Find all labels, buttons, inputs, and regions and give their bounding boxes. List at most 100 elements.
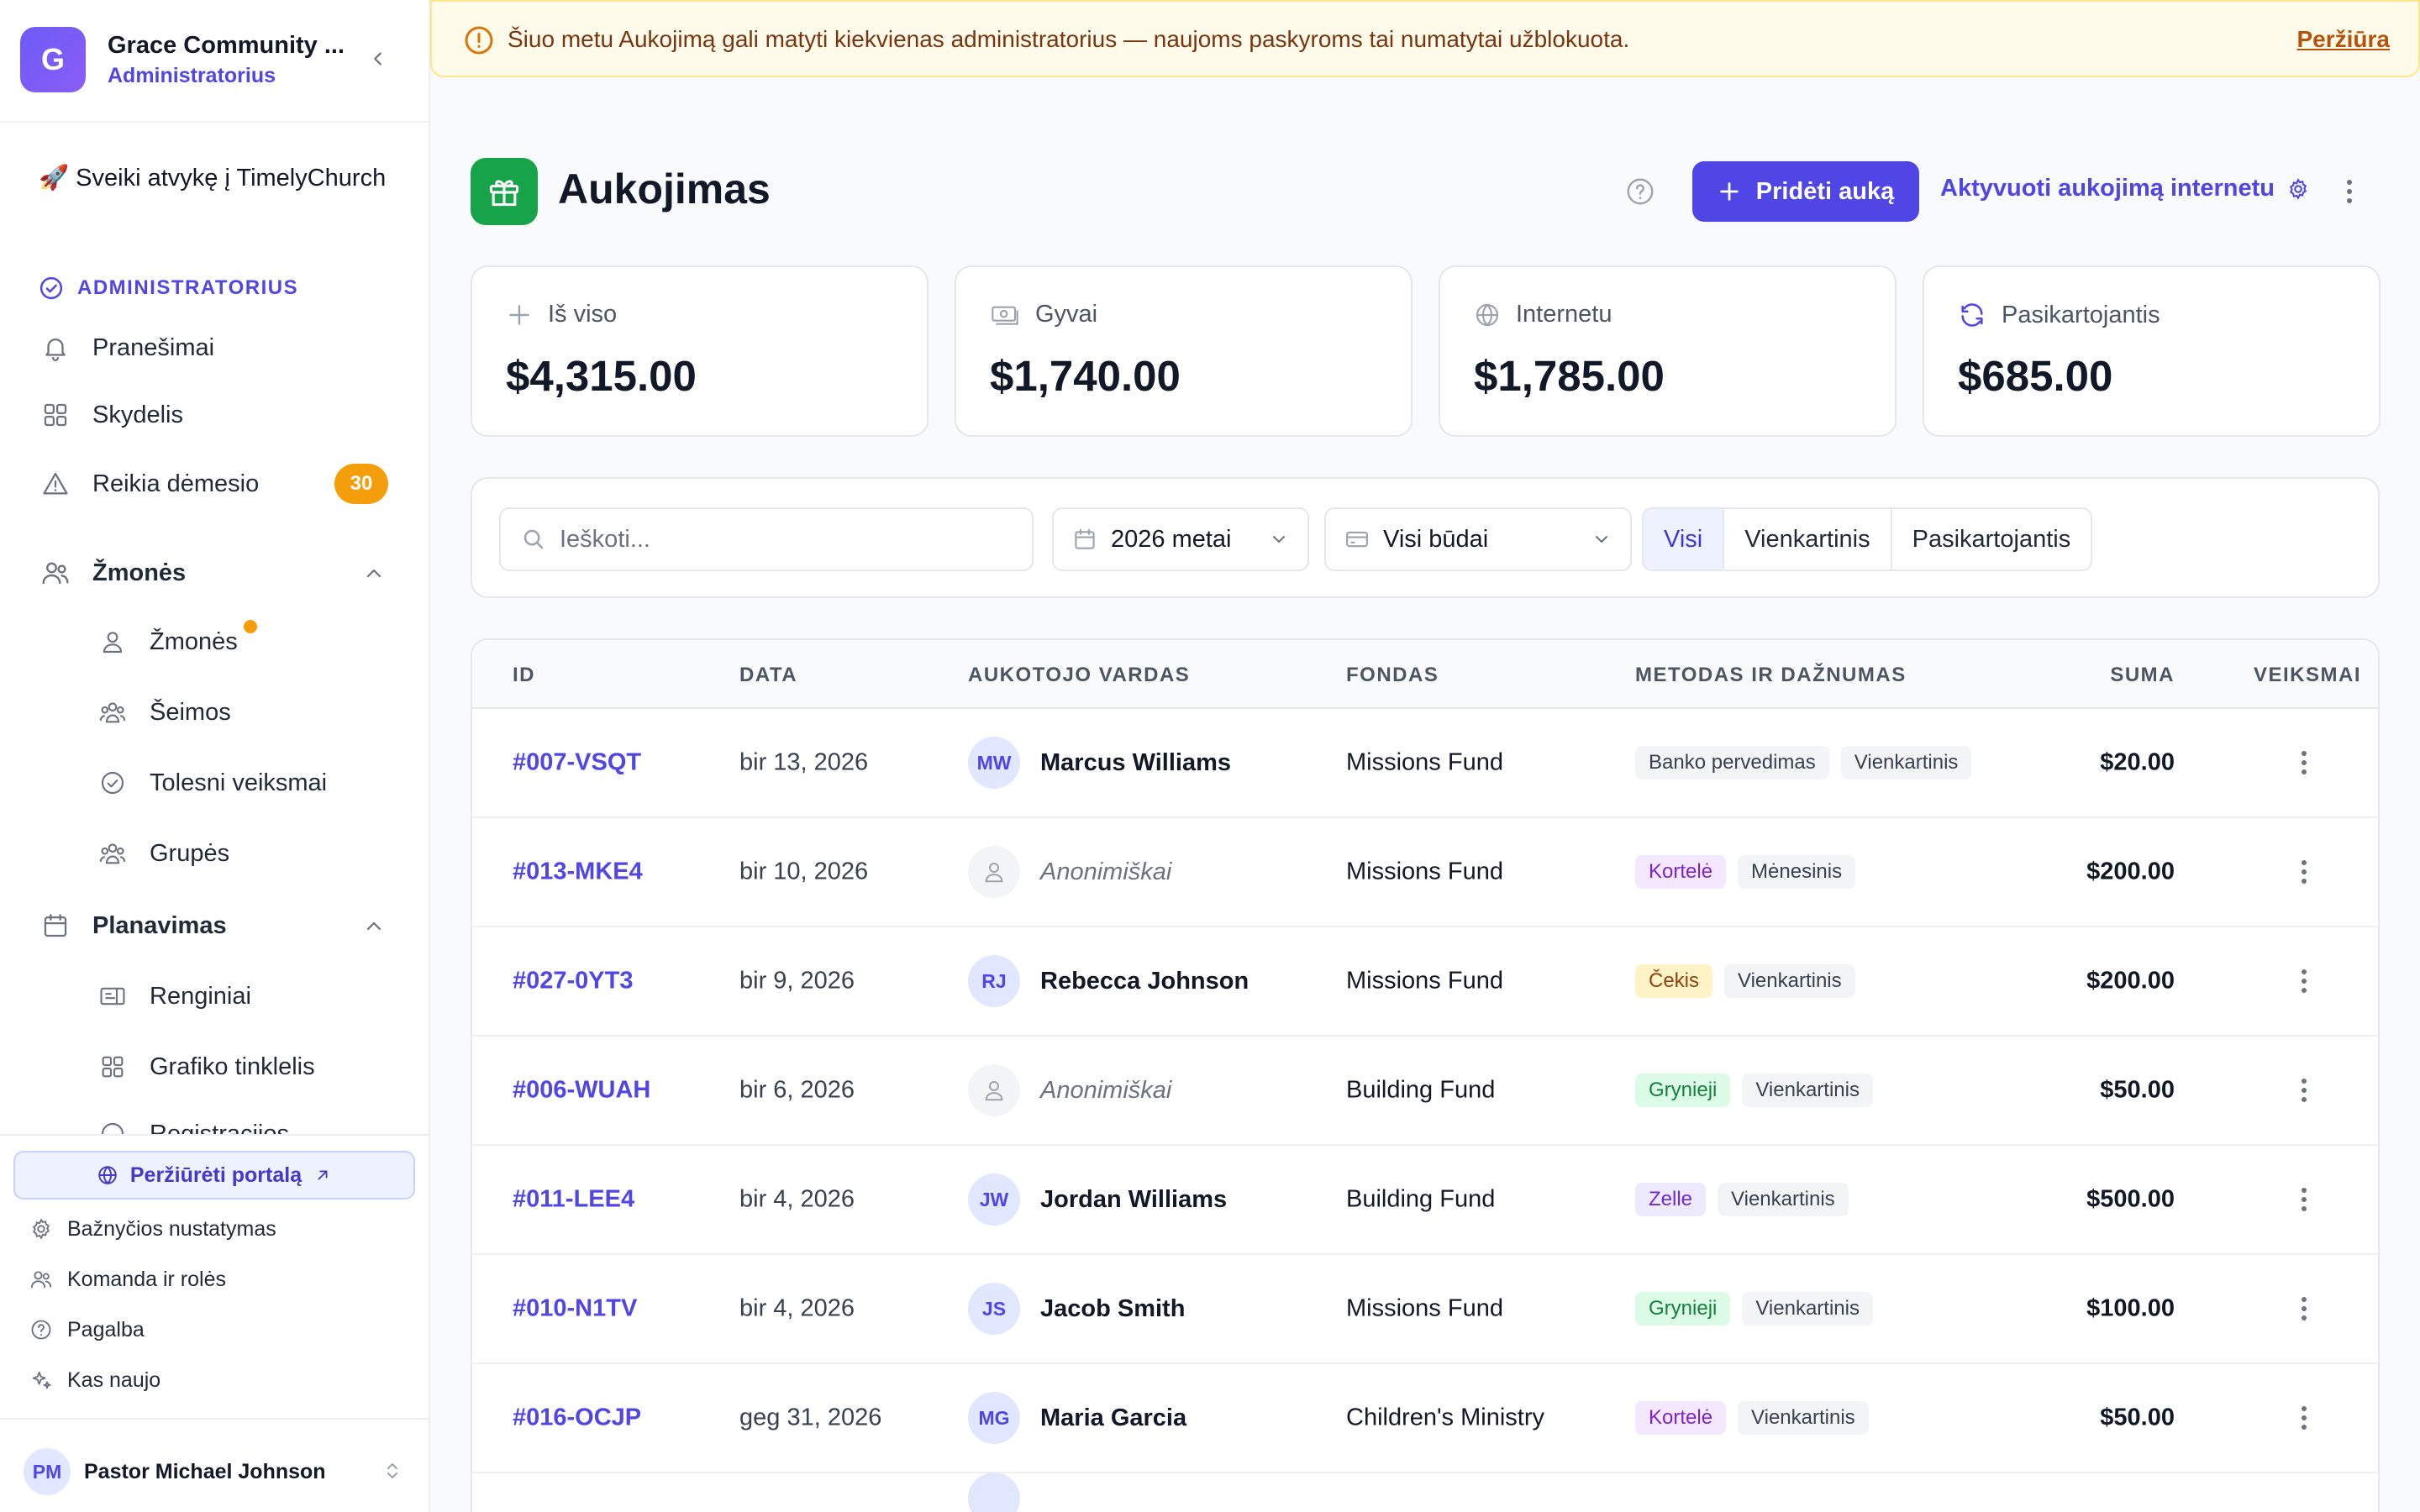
donor-name: Anonimiškai bbox=[1040, 1076, 1172, 1104]
sidebar-item-notifications[interactable]: Pranešimai bbox=[39, 329, 214, 366]
alert-review-link[interactable]: Peržiūra bbox=[2297, 26, 2391, 53]
user-menu-toggle[interactable] bbox=[380, 1457, 405, 1485]
donation-id-link[interactable]: #011-LEE4 bbox=[513, 1186, 634, 1214]
sidebar-footer: Peržiūrėti portalą Bažnyčios nustatymas … bbox=[0, 1134, 429, 1512]
frequency-badge: Vienkartinis bbox=[1742, 1292, 1873, 1326]
method-cell: Kortelė Mėnesinis bbox=[1635, 855, 1856, 889]
column-header-donor[interactable]: AUKOTOJO VARDAS bbox=[968, 664, 1190, 687]
sidebar-item-schedule[interactable]: Grafiko tinklelis bbox=[96, 1048, 315, 1085]
sidebar-group-people[interactable]: Žmonės bbox=[39, 554, 186, 591]
frequency-segmented-control: Visi Vienkartinis Pasikartojantis bbox=[1642, 507, 2093, 571]
donation-id-link[interactable]: #010-N1TV bbox=[513, 1295, 637, 1323]
column-header-method[interactable]: METODAS IR DAŽNUMAS bbox=[1635, 664, 1907, 687]
column-header-amount[interactable]: SUMA bbox=[2110, 664, 2175, 687]
donation-date: bir 10, 2026 bbox=[739, 858, 869, 885]
ticket-icon bbox=[100, 987, 125, 1005]
method-badge: Kortelė bbox=[1635, 855, 1727, 889]
donation-id-link[interactable]: #027-0YT3 bbox=[513, 968, 634, 995]
collapse-sidebar-button[interactable] bbox=[363, 44, 393, 74]
table-row[interactable] bbox=[472, 1473, 2378, 1512]
sidebar-group-planning[interactable]: Planavimas bbox=[39, 907, 227, 944]
row-actions-button[interactable] bbox=[2287, 744, 2321, 781]
people-collapse-toggle[interactable] bbox=[360, 559, 388, 588]
segment-all[interactable]: Visi bbox=[1644, 509, 1725, 570]
welcome-text[interactable]: 🚀 Sveiki atvykę į TimelyChurch bbox=[39, 161, 392, 195]
stat-value: $4,315.00 bbox=[506, 352, 697, 400]
table-row[interactable]: #007-VSQT bir 13, 2026 MW Marcus William… bbox=[472, 709, 2378, 818]
more-vertical-icon bbox=[2302, 969, 2307, 993]
donation-id-link[interactable]: #016-OCJP bbox=[513, 1404, 641, 1432]
check-badge-icon bbox=[101, 771, 124, 795]
method-cell: Zelle Vienkartinis bbox=[1635, 1183, 1849, 1216]
whats-new-link[interactable]: Kas naujo bbox=[29, 1368, 160, 1393]
donation-id-link[interactable]: #007-VSQT bbox=[513, 749, 641, 777]
user-name: Pastor Michael Johnson bbox=[84, 1460, 326, 1483]
donor-cell: JS Jacob Smith bbox=[968, 1283, 1185, 1335]
section-admin-label: ADMINISTRATORIUS bbox=[77, 276, 299, 299]
table-row[interactable]: #016-OCJP geg 31, 2026 MG Maria Garcia C… bbox=[472, 1364, 2378, 1473]
plus-icon bbox=[1720, 182, 1739, 201]
sidebar-item-people[interactable]: Žmonės bbox=[96, 623, 238, 660]
table-row[interactable]: #013-MKE4 bir 10, 2026 Anonimiškai Missi… bbox=[472, 818, 2378, 927]
search-field[interactable] bbox=[499, 507, 1034, 571]
church-settings-link[interactable]: Bažnyčios nustatymas bbox=[29, 1216, 276, 1242]
chevron-down-icon bbox=[1273, 536, 1285, 543]
segment-recurring[interactable]: Pasikartojantis bbox=[1892, 509, 2091, 570]
row-actions-button[interactable] bbox=[2287, 853, 2321, 890]
column-header-fund[interactable]: FONDAS bbox=[1346, 664, 1439, 687]
help-circle-icon bbox=[31, 1320, 51, 1340]
sidebar-item-dashboard[interactable]: Skydelis bbox=[39, 396, 183, 433]
table-row[interactable]: #006-WUAH bir 6, 2026 Anonimiškai Buildi… bbox=[472, 1037, 2378, 1146]
column-header-date[interactable]: DATA bbox=[739, 664, 797, 687]
search-input[interactable] bbox=[560, 525, 1030, 554]
method-cell: Grynieji Vienkartinis bbox=[1635, 1292, 1873, 1326]
column-header-id[interactable]: ID bbox=[513, 664, 535, 687]
planning-collapse-toggle[interactable] bbox=[360, 912, 388, 941]
help-button[interactable] bbox=[1623, 175, 1657, 208]
add-donation-button[interactable]: Pridėti auką bbox=[1692, 161, 1919, 222]
stat-card-total: Iš viso $4,315.00 bbox=[471, 265, 929, 437]
sidebar-item-attention[interactable]: Reikia dėmesio bbox=[39, 465, 259, 502]
frequency-badge: Vienkartinis bbox=[1724, 964, 1855, 998]
search-icon bbox=[523, 529, 544, 549]
row-actions-button[interactable] bbox=[2287, 1072, 2321, 1109]
row-actions-button[interactable] bbox=[2287, 1181, 2321, 1218]
frequency-badge: Vienkartinis bbox=[1738, 1401, 1869, 1435]
activate-online-giving-link[interactable]: Aktyvuoti aukojimą internetu bbox=[1940, 175, 2310, 202]
donation-id-link[interactable]: #006-WUAH bbox=[513, 1077, 650, 1105]
donor-name: Anonimiškai bbox=[1040, 858, 1172, 885]
more-vertical-icon bbox=[2302, 1079, 2307, 1102]
org-header[interactable]: G Grace Community ... Administratorius bbox=[0, 0, 429, 123]
sidebar-item-followups[interactable]: Tolesni veiksmai bbox=[96, 764, 327, 801]
team-roles-link[interactable]: Komanda ir rolės bbox=[29, 1267, 226, 1292]
table-row[interactable]: #027-0YT3 bir 9, 2026 RJ Rebecca Johnson… bbox=[472, 927, 2378, 1037]
more-options-button[interactable] bbox=[2331, 173, 2368, 210]
stat-label: Gyvai bbox=[990, 301, 1097, 328]
view-portal-label: Peržiūrėti portalą bbox=[129, 1163, 302, 1187]
sidebar-item-groups[interactable]: Grupės bbox=[96, 835, 229, 872]
avatar: JW bbox=[968, 1173, 1020, 1226]
avatar: PM bbox=[24, 1448, 71, 1495]
segment-one-time[interactable]: Vienkartinis bbox=[1724, 509, 1892, 570]
donor-name: Jordan Williams bbox=[1040, 1185, 1228, 1213]
donation-date: bir 13, 2026 bbox=[739, 748, 869, 776]
stat-label-text: Pasikartojantis bbox=[2002, 301, 2160, 328]
user-menu[interactable]: PM Pastor Michael Johnson bbox=[0, 1418, 429, 1512]
row-actions-button[interactable] bbox=[2287, 963, 2321, 1000]
donation-date: bir 4, 2026 bbox=[739, 1294, 855, 1322]
help-link[interactable]: Pagalba bbox=[29, 1317, 145, 1342]
method-select[interactable]: Visi būdai bbox=[1324, 507, 1632, 571]
fund-name: Missions Fund bbox=[1346, 858, 1503, 885]
donation-id-link[interactable]: #013-MKE4 bbox=[513, 858, 643, 886]
year-select[interactable]: 2026 metai bbox=[1052, 507, 1309, 571]
view-portal-button[interactable]: Peržiūrėti portalą bbox=[13, 1151, 415, 1200]
family-icon bbox=[99, 702, 126, 723]
table-row[interactable]: #010-N1TV bir 4, 2026 JS Jacob Smith Mis… bbox=[472, 1255, 2378, 1364]
sidebar-item-families[interactable]: Šeimos bbox=[96, 694, 231, 731]
table-row[interactable]: #011-LEE4 bir 4, 2026 JW Jordan Williams… bbox=[472, 1146, 2378, 1255]
sidebar-item-events[interactable]: Renginiai bbox=[96, 978, 251, 1015]
table-header: ID DATA AUKOTOJO VARDAS FONDAS METODAS I… bbox=[472, 640, 2378, 709]
row-actions-button[interactable] bbox=[2287, 1399, 2321, 1436]
attention-count-badge: 30 bbox=[334, 464, 388, 504]
row-actions-button[interactable] bbox=[2287, 1290, 2321, 1327]
